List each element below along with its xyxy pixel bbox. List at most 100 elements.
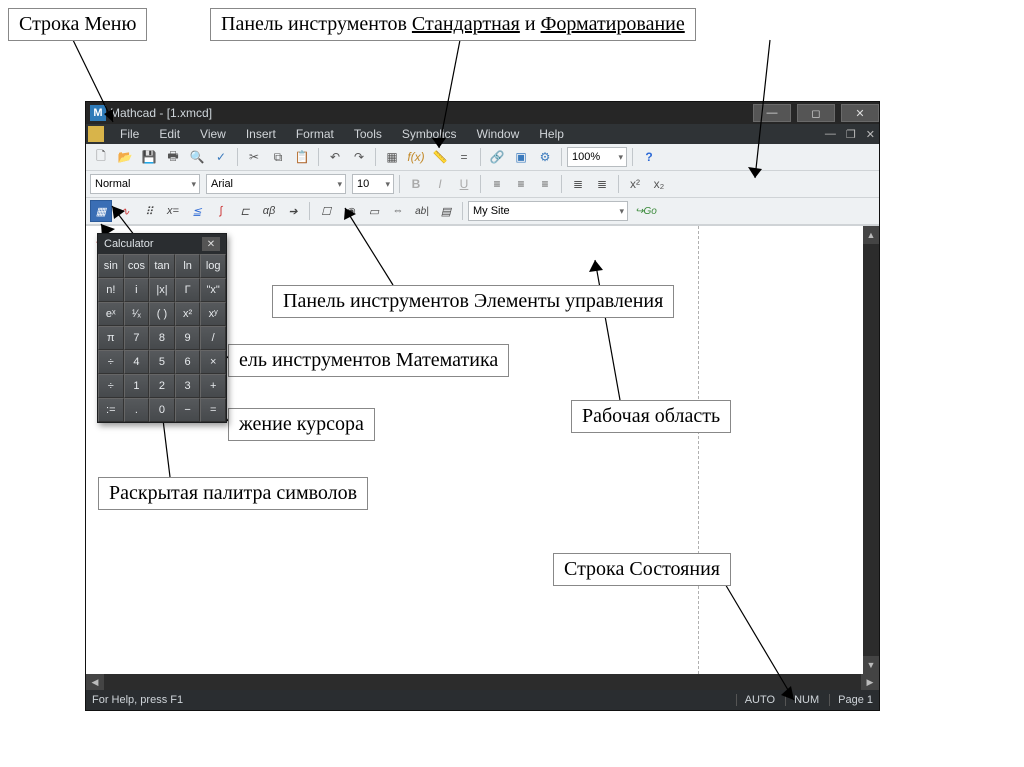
calc-key-7[interactable]: 7	[124, 326, 150, 350]
calc-key-9[interactable]: 9	[175, 326, 201, 350]
help-button[interactable]: ?	[638, 146, 660, 168]
symbolic-palette-button[interactable]: ➔	[282, 200, 304, 222]
menu-edit[interactable]: Edit	[149, 127, 190, 141]
superscript-button[interactable]: x²	[624, 173, 646, 195]
print-preview-button[interactable]: 🔍	[186, 146, 208, 168]
resources-combo[interactable]: My Site	[468, 201, 628, 221]
menu-format[interactable]: Format	[286, 127, 344, 141]
close-button[interactable]: ✕	[841, 104, 879, 122]
calculator-close-button[interactable]: ✕	[202, 237, 220, 251]
calc-key-power[interactable]: xʸ	[200, 302, 226, 326]
scroll-right-button[interactable]: ▶	[861, 674, 879, 690]
calc-key-2[interactable]: 2	[149, 374, 175, 398]
undo-button[interactable]: ↶	[324, 146, 346, 168]
calc-key-assign[interactable]: :=	[98, 398, 124, 422]
underline-button[interactable]: U	[453, 173, 475, 195]
style-combo[interactable]: Normal	[90, 174, 200, 194]
calc-key-5[interactable]: 5	[149, 350, 175, 374]
doc-minimize-button[interactable]: —	[825, 128, 836, 141]
calculator-palette[interactable]: Calculator ✕ sin cos tan ln log n! i |x|…	[97, 233, 227, 423]
calc-key-0[interactable]: 0	[149, 398, 175, 422]
control-textbox-button[interactable]: ab|	[411, 200, 433, 222]
scroll-down-button[interactable]: ▼	[863, 656, 879, 674]
scroll-up-button[interactable]: ▲	[863, 226, 879, 244]
greek-palette-button[interactable]: αβ	[258, 200, 280, 222]
align-regions-button[interactable]: ▦	[381, 146, 403, 168]
matrix-palette-button[interactable]: ⠿	[138, 200, 160, 222]
doc-restore-button[interactable]: ❐	[846, 128, 856, 141]
menu-window[interactable]: Window	[467, 127, 530, 141]
menu-file[interactable]: File	[110, 127, 149, 141]
calc-key-exp[interactable]: eˣ	[98, 302, 124, 326]
menu-help[interactable]: Help	[529, 127, 574, 141]
font-size-combo[interactable]: 10	[352, 174, 394, 194]
calc-key-parens[interactable]: ( )	[149, 302, 175, 326]
maximize-button[interactable]: ◻	[797, 104, 835, 122]
font-combo[interactable]: Arial	[206, 174, 346, 194]
calc-key-string[interactable]: "x"	[200, 278, 226, 302]
redo-button[interactable]: ↷	[348, 146, 370, 168]
calc-key-cos[interactable]: cos	[124, 254, 150, 278]
minimize-button[interactable]: —	[753, 104, 791, 122]
subscript-button[interactable]: x₂	[648, 173, 670, 195]
align-left-button[interactable]: ≡	[486, 173, 508, 195]
calc-key-divide[interactable]: /	[200, 326, 226, 350]
calc-key-gamma[interactable]: Γ	[175, 278, 201, 302]
calculus-palette-button[interactable]: ∫	[210, 200, 232, 222]
calc-key-plus[interactable]: +	[200, 374, 226, 398]
print-button[interactable]: 🖶	[162, 146, 184, 168]
calc-key-abs[interactable]: |x|	[149, 278, 175, 302]
title-bar[interactable]: M Mathcad - [1.xmcd] — ◻ ✕	[86, 102, 879, 124]
align-right-button[interactable]: ≡	[534, 173, 556, 195]
calc-key-dot[interactable]: .	[124, 398, 150, 422]
scroll-v-track[interactable]	[863, 244, 879, 656]
paste-button[interactable]: 📋	[291, 146, 313, 168]
calc-key-square[interactable]: x²	[175, 302, 201, 326]
doc-close-button[interactable]: ✕	[866, 128, 875, 141]
italic-button[interactable]: I	[429, 173, 451, 195]
calc-key-reciprocal[interactable]: ¹⁄ₓ	[124, 302, 150, 326]
scroll-left-button[interactable]: ◀	[86, 674, 104, 690]
calc-key-1[interactable]: 1	[124, 374, 150, 398]
graph-palette-button[interactable]: ∿	[114, 200, 136, 222]
calc-key-sin[interactable]: sin	[98, 254, 124, 278]
bullets-button[interactable]: ≣	[567, 173, 589, 195]
calc-key-frac[interactable]: ÷	[98, 350, 124, 374]
align-center-button[interactable]: ≡	[510, 173, 532, 195]
calc-key-pi[interactable]: π	[98, 326, 124, 350]
calc-key-tan[interactable]: tan	[149, 254, 175, 278]
calc-key-equals[interactable]: =	[200, 398, 226, 422]
insert-component-button[interactable]: ▣	[510, 146, 532, 168]
calculator-title-bar[interactable]: Calculator ✕	[98, 234, 226, 254]
calc-key-8[interactable]: 8	[149, 326, 175, 350]
scroll-h-track[interactable]	[104, 674, 861, 690]
menu-view[interactable]: View	[190, 127, 236, 141]
insert-function-button[interactable]: f(x)	[405, 146, 427, 168]
control-slider-button[interactable]: ⇔	[387, 200, 409, 222]
programming-palette-button[interactable]: ⊏	[234, 200, 256, 222]
boolean-palette-button[interactable]: ≦	[186, 200, 208, 222]
control-radio-button[interactable]: ◉	[339, 200, 361, 222]
cut-button[interactable]: ✂	[243, 146, 265, 168]
calc-key-i[interactable]: i	[124, 278, 150, 302]
calc-key-4[interactable]: 4	[124, 350, 150, 374]
horizontal-scrollbar[interactable]: ◀ ▶	[86, 674, 879, 690]
bold-button[interactable]: B	[405, 173, 427, 195]
calc-key-divide2[interactable]: ÷	[98, 374, 124, 398]
calc-key-ln[interactable]: ln	[175, 254, 201, 278]
menu-insert[interactable]: Insert	[236, 127, 286, 141]
vertical-scrollbar[interactable]: ▲ ▼	[863, 226, 879, 674]
evaluation-palette-button[interactable]: x=	[162, 200, 184, 222]
control-checkbox-button[interactable]: ☐	[315, 200, 337, 222]
zoom-combo[interactable]: 100%	[567, 147, 627, 167]
control-pushbutton-button[interactable]: ▭	[363, 200, 385, 222]
calc-key-minus[interactable]: −	[175, 398, 201, 422]
new-file-button[interactable]: 🗋	[90, 146, 112, 168]
spellcheck-button[interactable]: ✓	[210, 146, 232, 168]
numbering-button[interactable]: ≣	[591, 173, 613, 195]
calc-key-factorial[interactable]: n!	[98, 278, 124, 302]
save-file-button[interactable]: 💾	[138, 146, 160, 168]
calculate-button[interactable]: =	[453, 146, 475, 168]
calc-key-6[interactable]: 6	[175, 350, 201, 374]
calculator-palette-button[interactable]: ▦	[90, 200, 112, 222]
